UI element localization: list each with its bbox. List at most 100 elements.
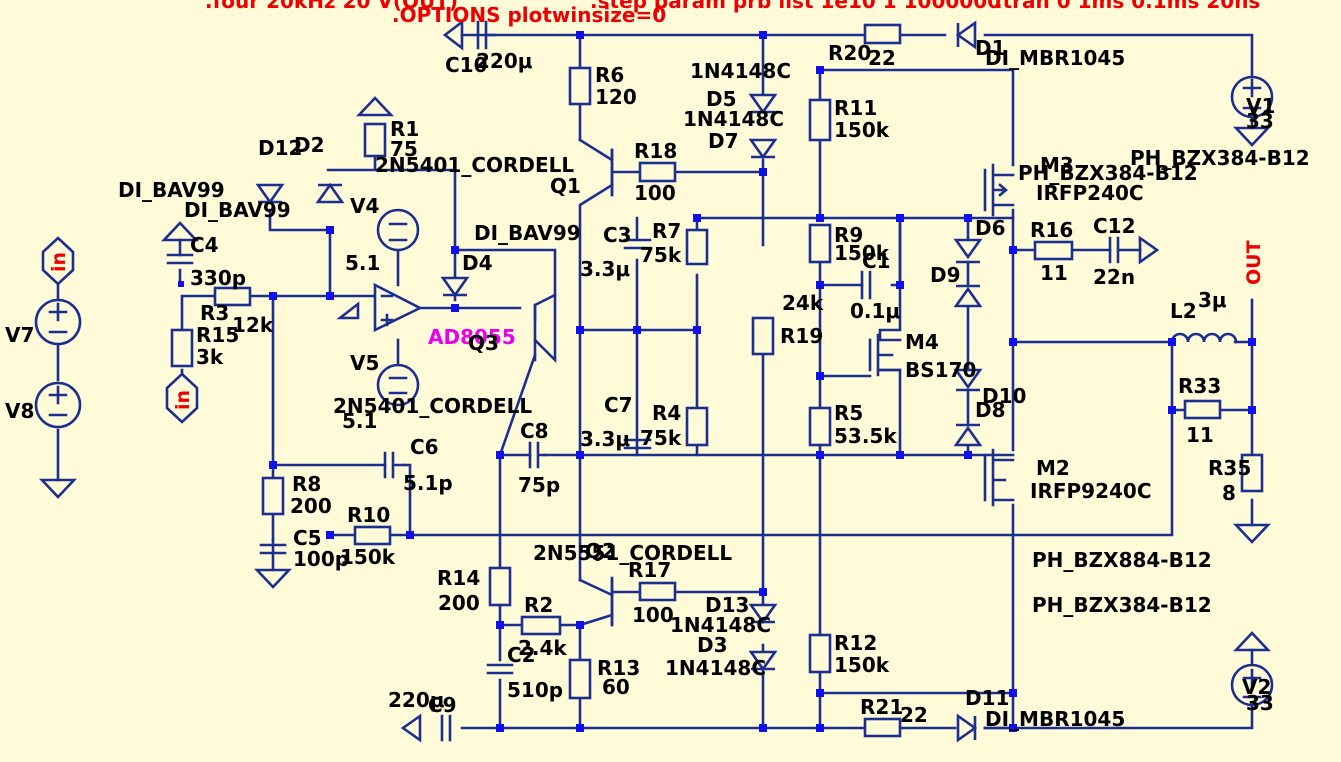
resistor-r19[interactable] [751, 316, 775, 356]
capacitor-c12[interactable] [1108, 236, 1142, 264]
resistor-r21[interactable] [863, 717, 902, 738]
net-flag-in-top[interactable]: in [41, 236, 75, 286]
net-label-in: in [48, 252, 70, 272]
label: PH_BZX384-B12 [1032, 593, 1212, 617]
label: 5.1 [345, 251, 380, 275]
ground-arrow-icon [1138, 235, 1160, 265]
capacitor-c8[interactable] [528, 441, 547, 469]
label: C9 [428, 693, 457, 717]
label: R35 [1208, 456, 1251, 480]
ground-icon [1232, 523, 1272, 544]
capacitor-c6[interactable] [383, 451, 407, 479]
ground-arrow-icon [400, 713, 422, 743]
label: C3 [603, 223, 632, 247]
diode-d4[interactable] [440, 276, 470, 298]
resistor-r14[interactable] [488, 566, 512, 607]
label: D8 [975, 398, 1006, 422]
label: 1N4148C [683, 107, 784, 131]
directive-step[interactable]: .step param prb list 1e10 1 1000000 [590, 0, 1001, 13]
label: Q3 [468, 331, 499, 355]
diode-d7[interactable] [748, 138, 778, 160]
label: C2 [507, 643, 536, 667]
ground-symbols [38, 19, 1272, 743]
label: D4 [462, 251, 493, 275]
label: R12 [834, 631, 877, 655]
capacitor-c1[interactable] [860, 270, 872, 300]
resistor-r10[interactable] [353, 525, 392, 546]
capacitor-c4[interactable] [166, 253, 194, 265]
resistor-r11[interactable] [808, 98, 832, 142]
label: 2N5401_CORDELL [333, 394, 532, 418]
label: 100p [293, 547, 349, 571]
resistor-r4[interactable] [685, 406, 709, 447]
label: 22 [868, 46, 896, 70]
diode-d1[interactable] [955, 20, 977, 50]
schematic-canvas[interactable]: in in OUT .four 20kHz 20 V(OUT) .OPTIONS… [0, 0, 1341, 762]
directive-tran[interactable]: .tran 0 1ms 0.1ms 20ns [995, 0, 1260, 13]
label: M2 [1036, 456, 1070, 480]
label: 5.1p [403, 471, 453, 495]
label: C4 [190, 233, 219, 257]
diode-d11[interactable] [956, 713, 978, 743]
opamp-ad8055[interactable] [336, 282, 423, 333]
d2-d12-wire [268, 208, 332, 298]
mosfet-m2[interactable] [983, 448, 1015, 507]
label: D9 [930, 263, 961, 287]
label: 1N4148C [690, 59, 791, 83]
resistor-r18[interactable] [638, 161, 677, 183]
label: R15 [196, 323, 239, 347]
label: R19 [780, 324, 823, 348]
source-v7[interactable] [34, 298, 82, 346]
mosfet-m4[interactable] [868, 333, 902, 377]
label: DI_MBR1045 [985, 46, 1125, 70]
ground-icon [1232, 631, 1272, 652]
diode-d2[interactable] [315, 182, 345, 204]
label: 3.3μ [580, 257, 630, 281]
label: R6 [595, 63, 624, 87]
capacitor-c9[interactable] [440, 714, 452, 742]
label: 3.3μ [580, 427, 630, 451]
resistor-r12[interactable] [808, 633, 832, 674]
capacitors [166, 20, 1142, 742]
label: 33 [1246, 109, 1274, 133]
inductor-l2[interactable] [1170, 332, 1238, 344]
label: IRFP240C [1036, 181, 1144, 205]
mosfet-m3[interactable] [983, 163, 1015, 217]
ground-icon [355, 96, 395, 117]
resistor-r33[interactable] [1183, 399, 1222, 420]
label: V5 [350, 351, 379, 375]
label: 330p [190, 266, 246, 290]
resistor-r13[interactable] [568, 658, 592, 700]
label: 510p [507, 678, 563, 702]
resistor-r1[interactable] [363, 122, 387, 158]
label: 100 [632, 603, 674, 627]
label: Q1 [550, 174, 581, 198]
net-label-out[interactable]: OUT [1243, 240, 1265, 285]
resistor-r5[interactable] [808, 406, 832, 447]
resistor-r7[interactable] [685, 228, 709, 266]
label: C7 [604, 393, 633, 417]
diode-d9[interactable] [953, 284, 983, 308]
label: 75p [518, 473, 560, 497]
label: 0.1μ [850, 299, 900, 323]
label: 1N4148C [665, 656, 766, 680]
label: 3μ [1198, 288, 1227, 312]
source-v8[interactable] [34, 381, 82, 429]
resistor-r15[interactable] [170, 328, 194, 368]
label: 33 [1246, 691, 1274, 715]
resistor-r2[interactable] [520, 615, 562, 636]
resistor-r16[interactable] [1033, 240, 1074, 261]
label: 22 [900, 703, 928, 727]
diode-d8[interactable] [953, 423, 983, 447]
net-flag-in-bottom[interactable]: in [165, 372, 199, 424]
label: 220μ [476, 49, 533, 73]
resistor-r8[interactable] [261, 476, 285, 516]
label: R11 [834, 96, 877, 120]
resistor-r17[interactable] [638, 581, 677, 602]
label: Q2 [585, 539, 616, 563]
source-v4[interactable] [376, 208, 420, 252]
resistor-r6[interactable] [568, 66, 592, 106]
resistor-r9[interactable] [808, 223, 832, 264]
label: R14 [437, 566, 480, 590]
diode-d6[interactable] [953, 238, 983, 264]
